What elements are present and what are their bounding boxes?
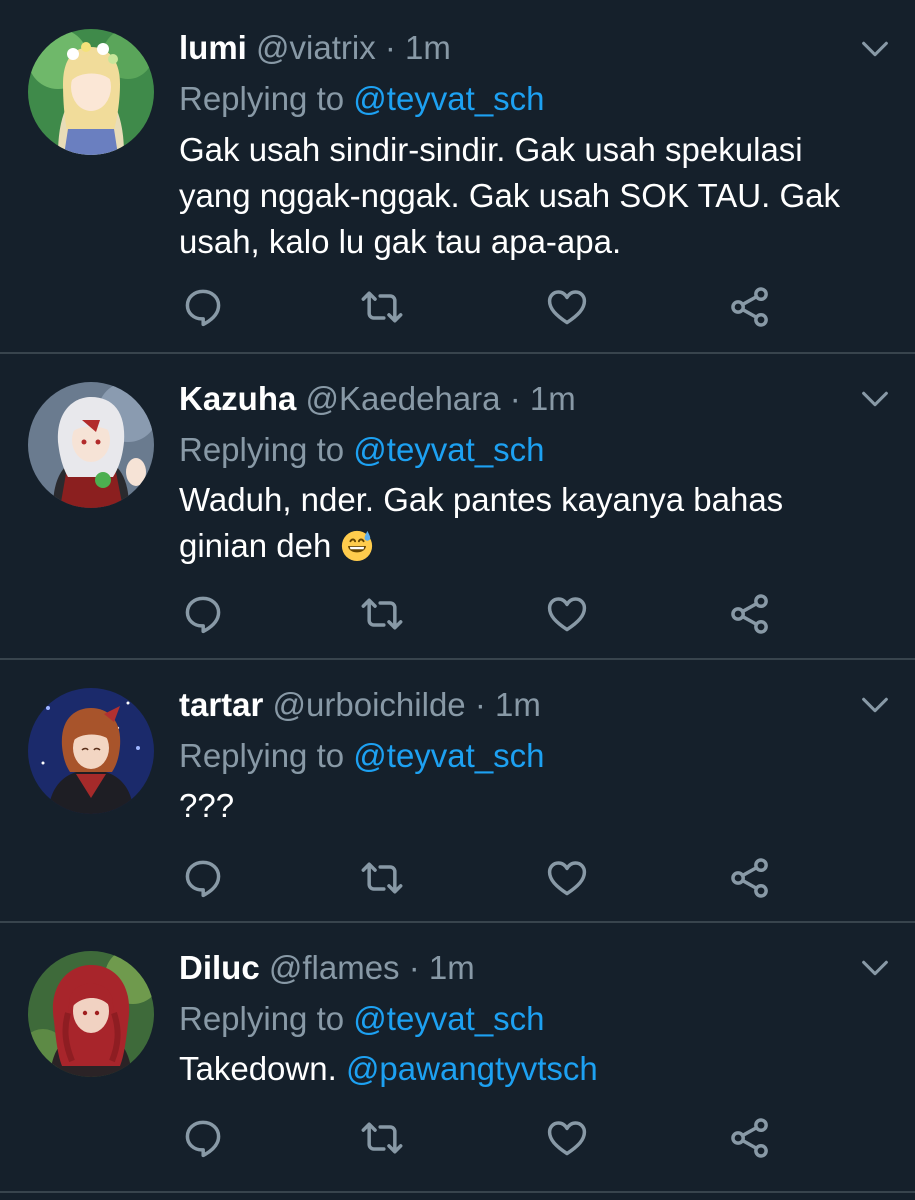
avatar-tartar (28, 688, 154, 814)
reply-mention-link[interactable]: @teyvat_sch (353, 431, 544, 468)
display-name[interactable]: Diluc (179, 949, 260, 986)
timestamp[interactable]: 1m (495, 686, 541, 723)
user-handle[interactable]: @flames (269, 949, 400, 986)
timestamp[interactable]: 1m (429, 949, 475, 986)
user-handle[interactable]: @urboichilde (273, 686, 466, 723)
like-icon[interactable] (545, 856, 589, 900)
replying-to-label: Replying to (179, 1000, 345, 1037)
share-icon[interactable] (728, 1116, 772, 1160)
retweet-icon[interactable] (360, 285, 404, 329)
tweet-text: Waduh, nder. Gak pantes kayanya bahas gi… (179, 477, 879, 569)
timestamp[interactable]: 1m (530, 380, 576, 417)
replying-to-label: Replying to (179, 431, 345, 468)
reply-icon[interactable] (181, 1116, 225, 1160)
reply-context: Replying to @teyvat_sch (179, 999, 545, 1039)
share-icon[interactable] (728, 856, 772, 900)
mention-link[interactable]: @pawangtyvtsch (346, 1050, 598, 1087)
reply-icon[interactable] (181, 856, 225, 900)
reply-context: Replying to @teyvat_sch (179, 736, 545, 776)
reply-mention-link[interactable]: @teyvat_sch (353, 80, 544, 117)
tweet-text-body: Takedown. (179, 1050, 337, 1087)
retweet-icon[interactable] (360, 1116, 404, 1160)
tweet-text: Gak usah sindir-sindir. Gak usah spekula… (179, 131, 840, 260)
tweet-header: lumi @viatrix · 1m (179, 28, 451, 68)
grinning-face-with-sweat-emoji (342, 530, 373, 562)
avatar[interactable] (28, 688, 154, 814)
share-icon[interactable] (728, 592, 772, 636)
avatar[interactable] (28, 29, 154, 155)
retweet-icon[interactable] (360, 592, 404, 636)
tweet-header: Kazuha @Kaedehara · 1m (179, 379, 576, 419)
display-name[interactable]: lumi (179, 29, 247, 66)
avatar-kazuha (28, 382, 154, 508)
avatar[interactable] (28, 951, 154, 1077)
tweet[interactable]: lumi @viatrix · 1m Replying to @teyvat_s… (0, 0, 915, 354)
share-icon[interactable] (728, 285, 772, 329)
retweet-icon[interactable] (360, 856, 404, 900)
separator-dot: · (384, 29, 396, 66)
user-handle[interactable]: @viatrix (256, 29, 376, 66)
separator-dot: · (509, 380, 521, 417)
separator-dot: · (408, 949, 420, 986)
tweet[interactable]: tartar @urboichilde · 1m Replying to @te… (0, 660, 915, 923)
timestamp[interactable]: 1m (405, 29, 451, 66)
reply-mention-link[interactable]: @teyvat_sch (353, 1000, 544, 1037)
avatar[interactable] (28, 382, 154, 508)
reply-icon[interactable] (181, 592, 225, 636)
chevron-down-icon[interactable] (858, 688, 892, 722)
tweet-header: tartar @urboichilde · 1m (179, 685, 541, 725)
like-icon[interactable] (545, 285, 589, 329)
reply-context: Replying to @teyvat_sch (179, 430, 545, 470)
avatar-lumi (28, 29, 154, 155)
replying-to-label: Replying to (179, 80, 345, 117)
like-icon[interactable] (545, 1116, 589, 1160)
reply-context: Replying to @teyvat_sch (179, 79, 545, 119)
tweet[interactable]: Kazuha @Kaedehara · 1m Replying to @teyv… (0, 354, 915, 660)
tweet-text: ??? (179, 787, 235, 824)
avatar-diluc (28, 951, 154, 1077)
tweet[interactable]: Diluc @flames · 1m Replying to @teyvat_s… (0, 923, 915, 1193)
separator-dot: · (474, 686, 486, 723)
display-name[interactable]: tartar (179, 686, 263, 723)
chevron-down-icon[interactable] (858, 382, 892, 416)
tweet-text-body: Waduh, nder. Gak pantes kayanya bahas gi… (179, 481, 784, 564)
like-icon[interactable] (545, 592, 589, 636)
chevron-down-icon[interactable] (858, 951, 892, 985)
reply-mention-link[interactable]: @teyvat_sch (353, 737, 544, 774)
reply-icon[interactable] (181, 285, 225, 329)
chevron-down-icon[interactable] (858, 32, 892, 66)
tweet-text: Takedown. @pawangtyvtsch (179, 1046, 879, 1092)
tweet-header: Diluc @flames · 1m (179, 948, 475, 988)
replying-to-label: Replying to (179, 737, 345, 774)
display-name[interactable]: Kazuha (179, 380, 296, 417)
user-handle[interactable]: @Kaedehara (306, 380, 501, 417)
